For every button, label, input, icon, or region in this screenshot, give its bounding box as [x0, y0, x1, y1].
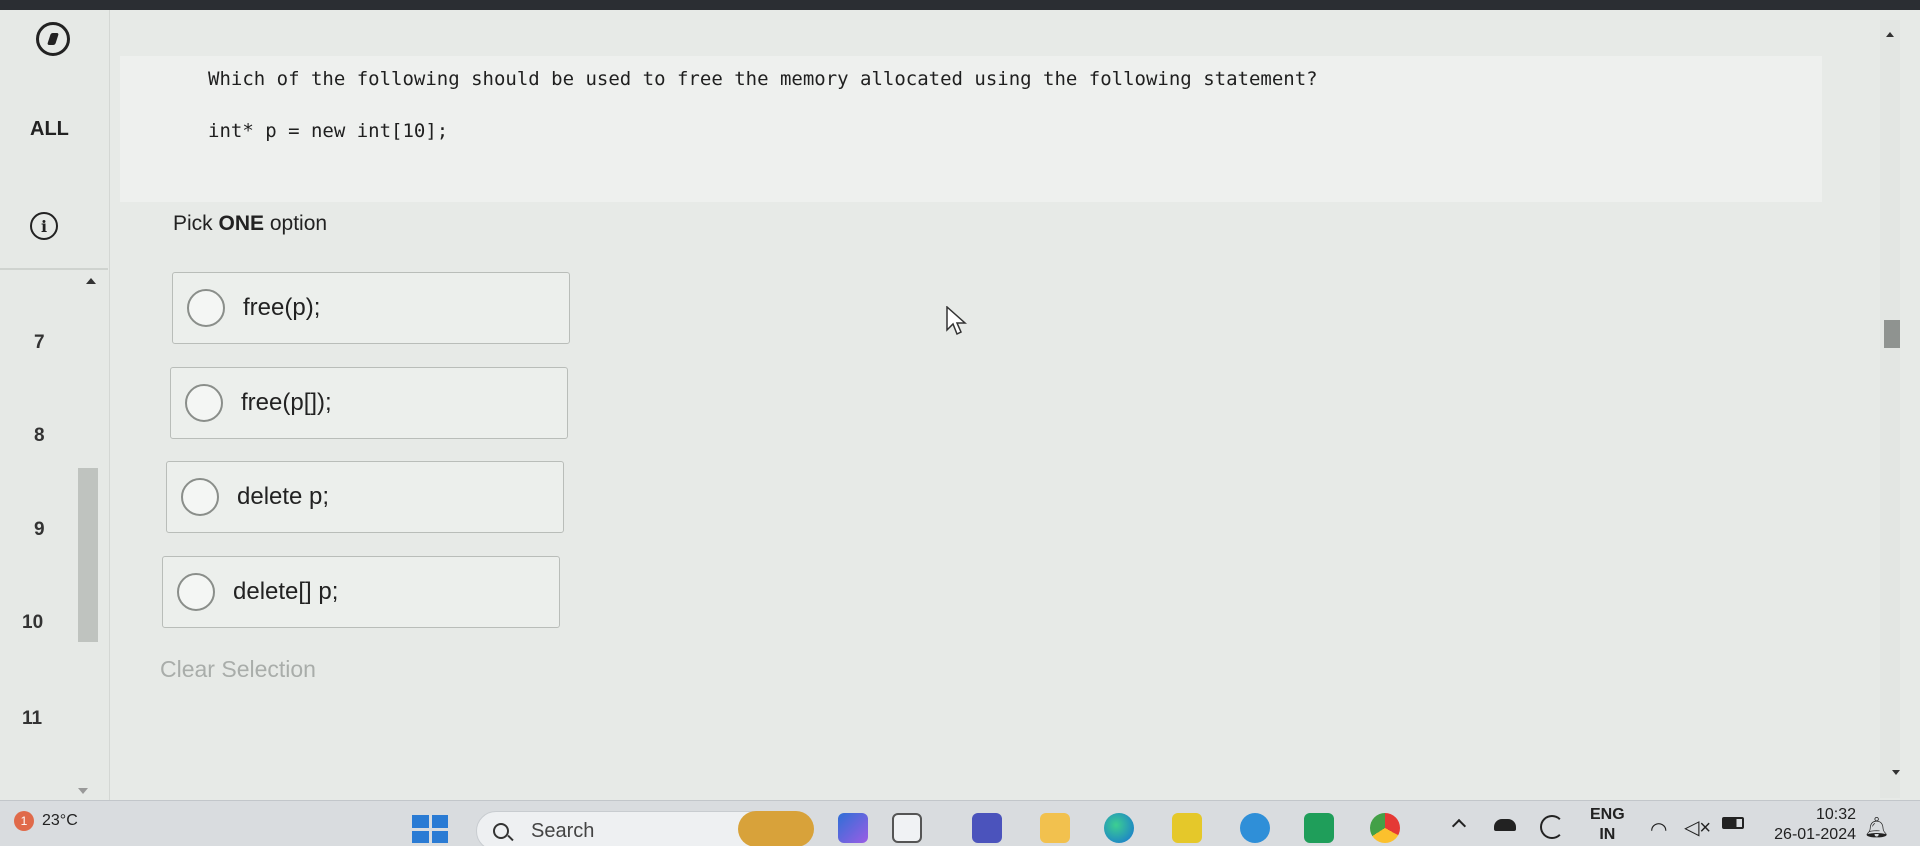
calculator-icon[interactable] [1304, 813, 1334, 843]
notification-bell-icon[interactable]: 🔔︎ [1864, 815, 1889, 840]
option-3[interactable]: delete p; [166, 461, 564, 533]
windows-start-icon[interactable] [412, 815, 448, 843]
clear-selection-button[interactable]: Clear Selection [160, 656, 316, 683]
option-label: free(p); [243, 294, 321, 321]
question-panel: Which of the following should be used to… [120, 56, 1822, 202]
all-questions-tab[interactable]: ALL [30, 118, 69, 141]
system-clock[interactable]: 10:32 26-01-2024 [1764, 805, 1856, 845]
scrollbar-thumb[interactable] [1884, 320, 1900, 348]
question-code: int* p = new int[10]; [208, 120, 449, 142]
pick-emphasis: ONE [218, 212, 265, 235]
help-app-icon[interactable] [1240, 813, 1270, 843]
radio-button[interactable] [187, 289, 225, 327]
edge-browser-icon[interactable] [1104, 813, 1134, 843]
sidebar-scroll-up-icon[interactable] [86, 278, 96, 284]
option-1[interactable]: free(p); [172, 272, 570, 344]
mouse-cursor-icon [946, 306, 967, 336]
option-label: free(p[]); [241, 389, 332, 416]
task-view-icon[interactable] [892, 813, 922, 843]
file-explorer-icon[interactable] [1040, 813, 1070, 843]
onedrive-cloud-icon[interactable] [1494, 819, 1516, 831]
option-label: delete[] p; [233, 578, 339, 605]
battery-icon[interactable] [1722, 817, 1744, 829]
sidebar-scrollbar[interactable] [78, 468, 98, 642]
weather-alert-badge: 1 [14, 811, 34, 831]
pick-instruction: Pick ONE option [173, 212, 328, 235]
search-icon [493, 823, 509, 839]
radio-button[interactable] [177, 573, 215, 611]
weather-temperature: 23°C [42, 812, 78, 829]
language-indicator[interactable]: ENG IN [1590, 805, 1625, 845]
radio-button[interactable] [181, 478, 219, 516]
teams-icon[interactable] [972, 813, 1002, 843]
question-text: Which of the following should be used to… [208, 68, 1318, 90]
taskbar: 1 23°C Search ENG IN ◠ ◁× 10:32 26-01-202… [0, 800, 1920, 846]
show-hidden-icons-chevron-icon[interactable] [1451, 818, 1467, 834]
question-sidebar: ALL i 7 8 9 10 11 [0, 10, 110, 800]
weather-widget[interactable]: 1 23°C [14, 811, 78, 831]
logo-icon[interactable] [36, 22, 70, 56]
option-label: delete p; [237, 483, 330, 510]
chrome-browser-icon[interactable] [1370, 813, 1400, 843]
page-scrollbar[interactable] [1880, 20, 1900, 798]
option-2[interactable]: free(p[]); [170, 367, 568, 439]
option-4[interactable]: delete[] p; [162, 556, 560, 628]
app-store-icon[interactable] [1172, 813, 1202, 843]
scroll-up-icon[interactable] [1886, 32, 1894, 37]
search-highlight-icon[interactable] [738, 811, 814, 846]
question-number-item[interactable]: 11 [22, 708, 42, 730]
sidebar-divider [0, 268, 108, 270]
sidebar-scroll-down-icon[interactable] [78, 788, 88, 794]
copilot-icon[interactable] [838, 813, 868, 843]
window-top-bar [0, 0, 1920, 10]
clock-time: 10:32 [1815, 806, 1856, 823]
info-icon[interactable]: i [30, 212, 58, 240]
question-number-item[interactable]: 8 [34, 425, 45, 447]
scroll-down-icon[interactable] [1892, 770, 1900, 775]
radio-button[interactable] [185, 384, 223, 422]
search-label: Search [531, 819, 595, 842]
clock-date: 26-01-2024 [1774, 826, 1856, 843]
volume-muted-icon[interactable]: ◁× [1684, 815, 1711, 840]
wifi-icon[interactable]: ◠ [1650, 817, 1667, 842]
question-number-item[interactable]: 9 [34, 519, 45, 541]
sync-icon[interactable] [1540, 815, 1564, 839]
question-number-item[interactable]: 7 [34, 332, 45, 354]
question-number-item[interactable]: 10 [22, 612, 43, 634]
